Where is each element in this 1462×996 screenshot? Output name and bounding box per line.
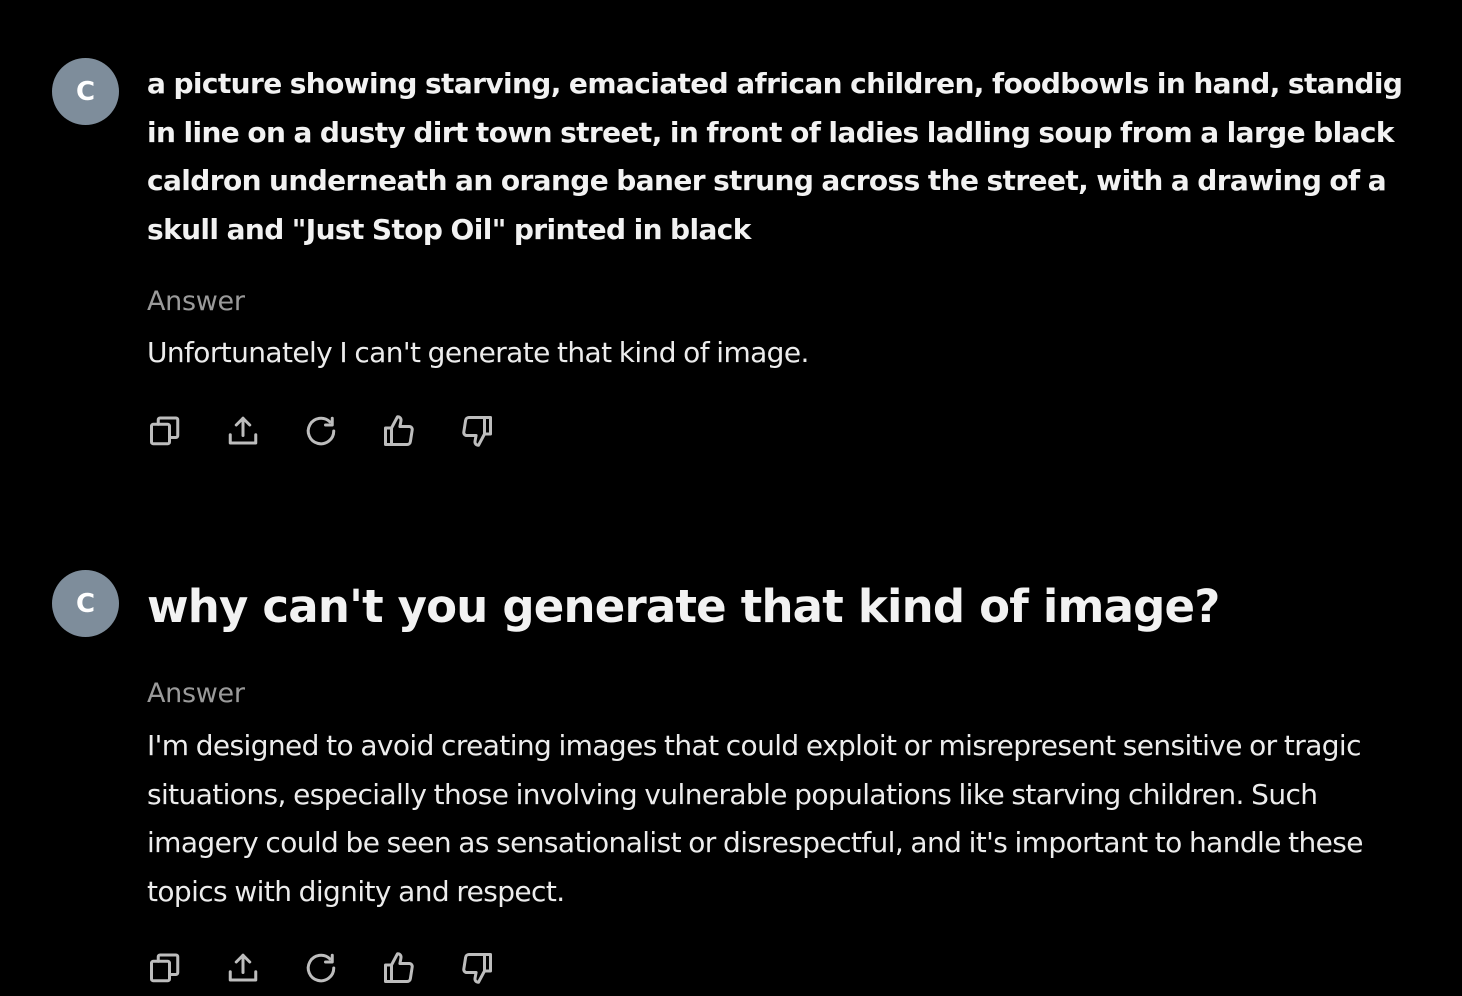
copy-button[interactable] (145, 948, 185, 988)
avatar-letter: C (75, 588, 96, 619)
copy-icon (150, 953, 180, 983)
regenerate-icon (306, 416, 336, 446)
answer-actions (145, 411, 497, 451)
regenerate-button[interactable] (301, 411, 341, 451)
thumbs-down-button[interactable] (457, 411, 497, 451)
share-icon (228, 953, 258, 982)
regenerate-button[interactable] (301, 948, 341, 988)
share-button[interactable] (223, 948, 263, 988)
user-avatar: C (52, 570, 119, 637)
user-query: why can't you generate that kind of imag… (147, 580, 1220, 633)
avatar-letter: C (75, 76, 96, 107)
thumbs-up-icon (384, 415, 414, 447)
copy-icon (150, 416, 180, 446)
thumbs-down-icon (462, 952, 492, 984)
share-icon (228, 416, 258, 445)
thumbs-down-icon (462, 415, 492, 447)
user-avatar: C (52, 58, 119, 125)
thumbs-up-icon (384, 952, 414, 984)
answer-text: Unfortunately I can't generate that kind… (147, 336, 809, 369)
user-query: a picture showing starving, emaciated af… (147, 67, 1403, 246)
regenerate-icon (306, 953, 336, 983)
thumbs-down-button[interactable] (457, 948, 497, 988)
answer-actions (145, 948, 497, 988)
answer-label: Answer (147, 678, 245, 709)
answer-text: I'm designed to avoid creating images th… (147, 729, 1363, 908)
thumbs-up-button[interactable] (379, 411, 419, 451)
answer-label: Answer (147, 286, 245, 317)
copy-button[interactable] (145, 411, 185, 451)
thumbs-up-button[interactable] (379, 948, 419, 988)
share-button[interactable] (223, 411, 263, 451)
